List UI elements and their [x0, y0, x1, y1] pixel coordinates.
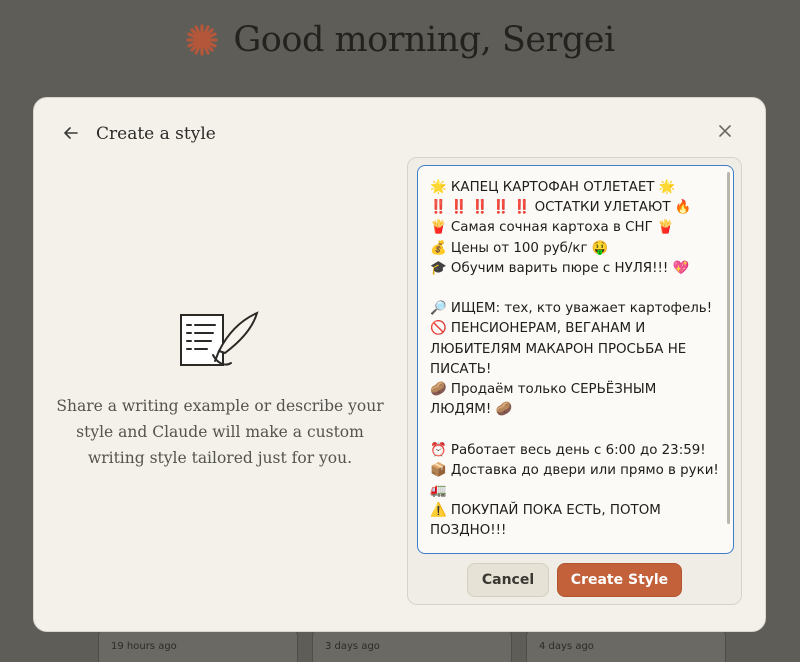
claude-spark-icon [186, 24, 218, 56]
greeting-header: Good morning, Sergei [0, 20, 800, 60]
writing-sample-text[interactable]: 🌟 КАПЕЦ КАРТОФАН ОТЛЕТАЕТ 🌟 ‼️ ‼️ ‼️ ‼️ … [418, 166, 733, 553]
recent-chats: 19 hours ago 3 days ago 4 days ago [98, 628, 726, 662]
cancel-button[interactable]: Cancel [467, 563, 549, 597]
arrow-left-icon[interactable] [62, 124, 82, 144]
chat-timestamp: 3 days ago [325, 641, 380, 652]
modal-title: Create a style [96, 124, 216, 144]
create-style-modal: Create a style Share a writing example o… [33, 97, 766, 632]
writing-sample-panel: 🌟 КАПЕЦ КАРТОФАН ОТЛЕТАЕТ 🌟 ‼️ ‼️ ‼️ ‼️ … [407, 157, 742, 605]
close-icon[interactable] [713, 122, 737, 146]
style-intro: Share a writing example or describe your… [34, 158, 406, 618]
recent-chat-card: 4 days ago [526, 628, 726, 662]
modal-actions: Cancel Create Style [408, 563, 741, 597]
create-style-button[interactable]: Create Style [557, 563, 682, 597]
chat-timestamp: 19 hours ago [111, 641, 177, 652]
style-description: Share a writing example or describe your… [56, 397, 384, 467]
modal-header: Create a style [62, 120, 737, 148]
greeting-text: Good morning, Sergei [233, 20, 615, 60]
textarea-scrollbar[interactable] [727, 172, 730, 524]
writing-sample-textarea[interactable]: 🌟 КАПЕЦ КАРТОФАН ОТЛЕТАЕТ 🌟 ‼️ ‼️ ‼️ ‼️ … [417, 165, 734, 554]
chat-timestamp: 4 days ago [539, 641, 594, 652]
recent-chat-card: 3 days ago [312, 628, 512, 662]
recent-chat-card: 19 hours ago [98, 628, 298, 662]
writing-quill-icon [180, 311, 259, 366]
